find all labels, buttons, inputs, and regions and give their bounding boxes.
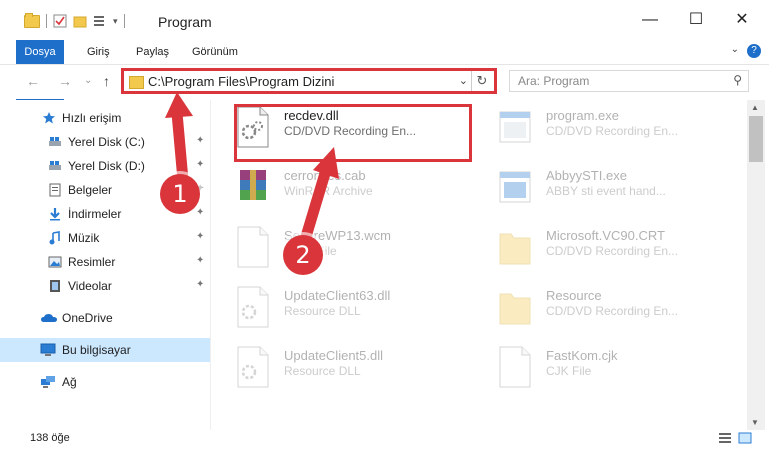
- step-1-badge: 1: [160, 174, 200, 214]
- explorer-window: ▾ Program — ☐ ✕ Dosya Giriş Paylaş Görün…: [0, 0, 769, 465]
- arrow-2: [299, 164, 332, 246]
- callout-arrows: [165, 92, 339, 246]
- arrow-1: [171, 107, 189, 186]
- arrow-1-head: [165, 92, 193, 118]
- step-2-badge: 2: [283, 235, 323, 275]
- arrow-2-head: [313, 147, 339, 179]
